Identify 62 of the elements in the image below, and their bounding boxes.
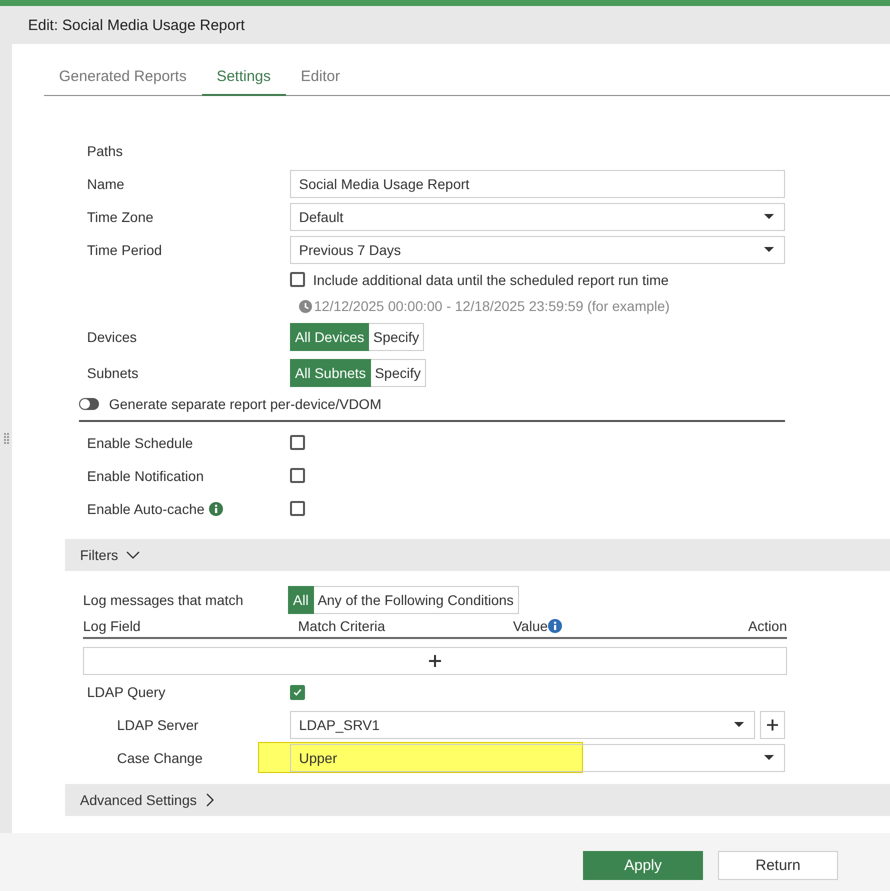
caret-icon xyxy=(764,214,774,219)
toggle-option[interactable]: Any of the Following Conditions xyxy=(314,586,519,614)
toggle-option[interactable]: All Subnets xyxy=(290,359,371,387)
checkbox[interactable] xyxy=(290,468,305,483)
column-header: Match Criteria xyxy=(298,618,386,634)
section-title: Advanced Settings xyxy=(80,792,197,808)
dropdown-value: Upper xyxy=(299,750,338,766)
dropdown-value: LDAP_SRV1 xyxy=(299,716,380,732)
example-text: 12/12/2025 00:00:00 - 12/18/2025 23:59:59 (for example) xyxy=(314,298,670,314)
dropdown[interactable]: Upper xyxy=(290,744,785,772)
caret-icon xyxy=(764,755,774,760)
dropdown[interactable]: LDAP_SRV1 xyxy=(290,710,755,738)
add-button[interactable] xyxy=(760,710,785,738)
dropdown-value: Default xyxy=(299,208,344,224)
field-label: Case Change xyxy=(117,750,204,766)
field-label: Enable Schedule xyxy=(87,434,193,450)
toggle-option[interactable]: All Devices xyxy=(290,323,370,351)
caret-icon xyxy=(734,722,744,727)
tab[interactable]: Settings xyxy=(202,60,286,96)
field-label: Name xyxy=(87,176,126,192)
field-label: LDAP Query xyxy=(87,684,166,700)
plus-icon xyxy=(767,718,778,730)
section-header[interactable]: Advanced Settings xyxy=(65,784,890,816)
dropdown-value: Previous 7 Days xyxy=(299,242,401,258)
chevron-right-icon xyxy=(204,793,215,807)
field-label: Time Zone xyxy=(87,208,154,224)
toggle-option[interactable]: Specify xyxy=(369,323,424,351)
checkbox[interactable] xyxy=(290,501,305,516)
field-label: Subnets xyxy=(87,365,140,381)
chevron-down-icon xyxy=(126,550,140,560)
checkbox[interactable] xyxy=(290,684,305,700)
text-input[interactable]: Social Media Usage Report xyxy=(290,170,785,198)
switch-label: Generate separate report per-device/VDOM xyxy=(109,396,382,412)
toggle-switch[interactable] xyxy=(79,398,99,410)
dialog-title: Edit: Social Media Usage Report xyxy=(27,16,246,36)
plus-icon xyxy=(429,655,441,667)
field-label: Paths xyxy=(87,142,124,158)
tab[interactable]: Editor xyxy=(286,60,355,96)
checkbox[interactable] xyxy=(290,435,305,450)
column-header: Log Field xyxy=(83,618,141,634)
field-label: LDAP Server xyxy=(117,716,200,732)
column-header: Action xyxy=(748,618,787,634)
dropdown[interactable]: Default xyxy=(290,202,785,230)
dropdown[interactable]: Previous 7 Days xyxy=(290,236,785,264)
column-header: Value xyxy=(513,618,548,634)
field-label: Devices xyxy=(87,329,138,345)
return-button[interactable]: Return xyxy=(718,850,838,880)
apply-button[interactable]: Apply xyxy=(583,850,703,880)
drag-handle-icon[interactable] xyxy=(4,433,8,444)
field-label: Enable Notification xyxy=(87,468,204,484)
clock-icon xyxy=(299,300,312,312)
caret-icon xyxy=(764,247,774,252)
section-title: Filters xyxy=(80,547,118,563)
field-label: Enable Auto-cache xyxy=(87,500,205,516)
toggle-option[interactable]: Specify xyxy=(370,359,426,387)
tab[interactable]: Generated Reports xyxy=(44,60,202,96)
checkbox[interactable] xyxy=(290,272,305,287)
toggle-option[interactable]: All xyxy=(288,586,314,614)
field-label: Log messages that match xyxy=(83,592,244,608)
checkbox-label: Include additional data until the scheduled report run time xyxy=(313,272,669,288)
section-header[interactable]: Filters xyxy=(65,539,890,571)
field-label: Time Period xyxy=(87,242,163,258)
